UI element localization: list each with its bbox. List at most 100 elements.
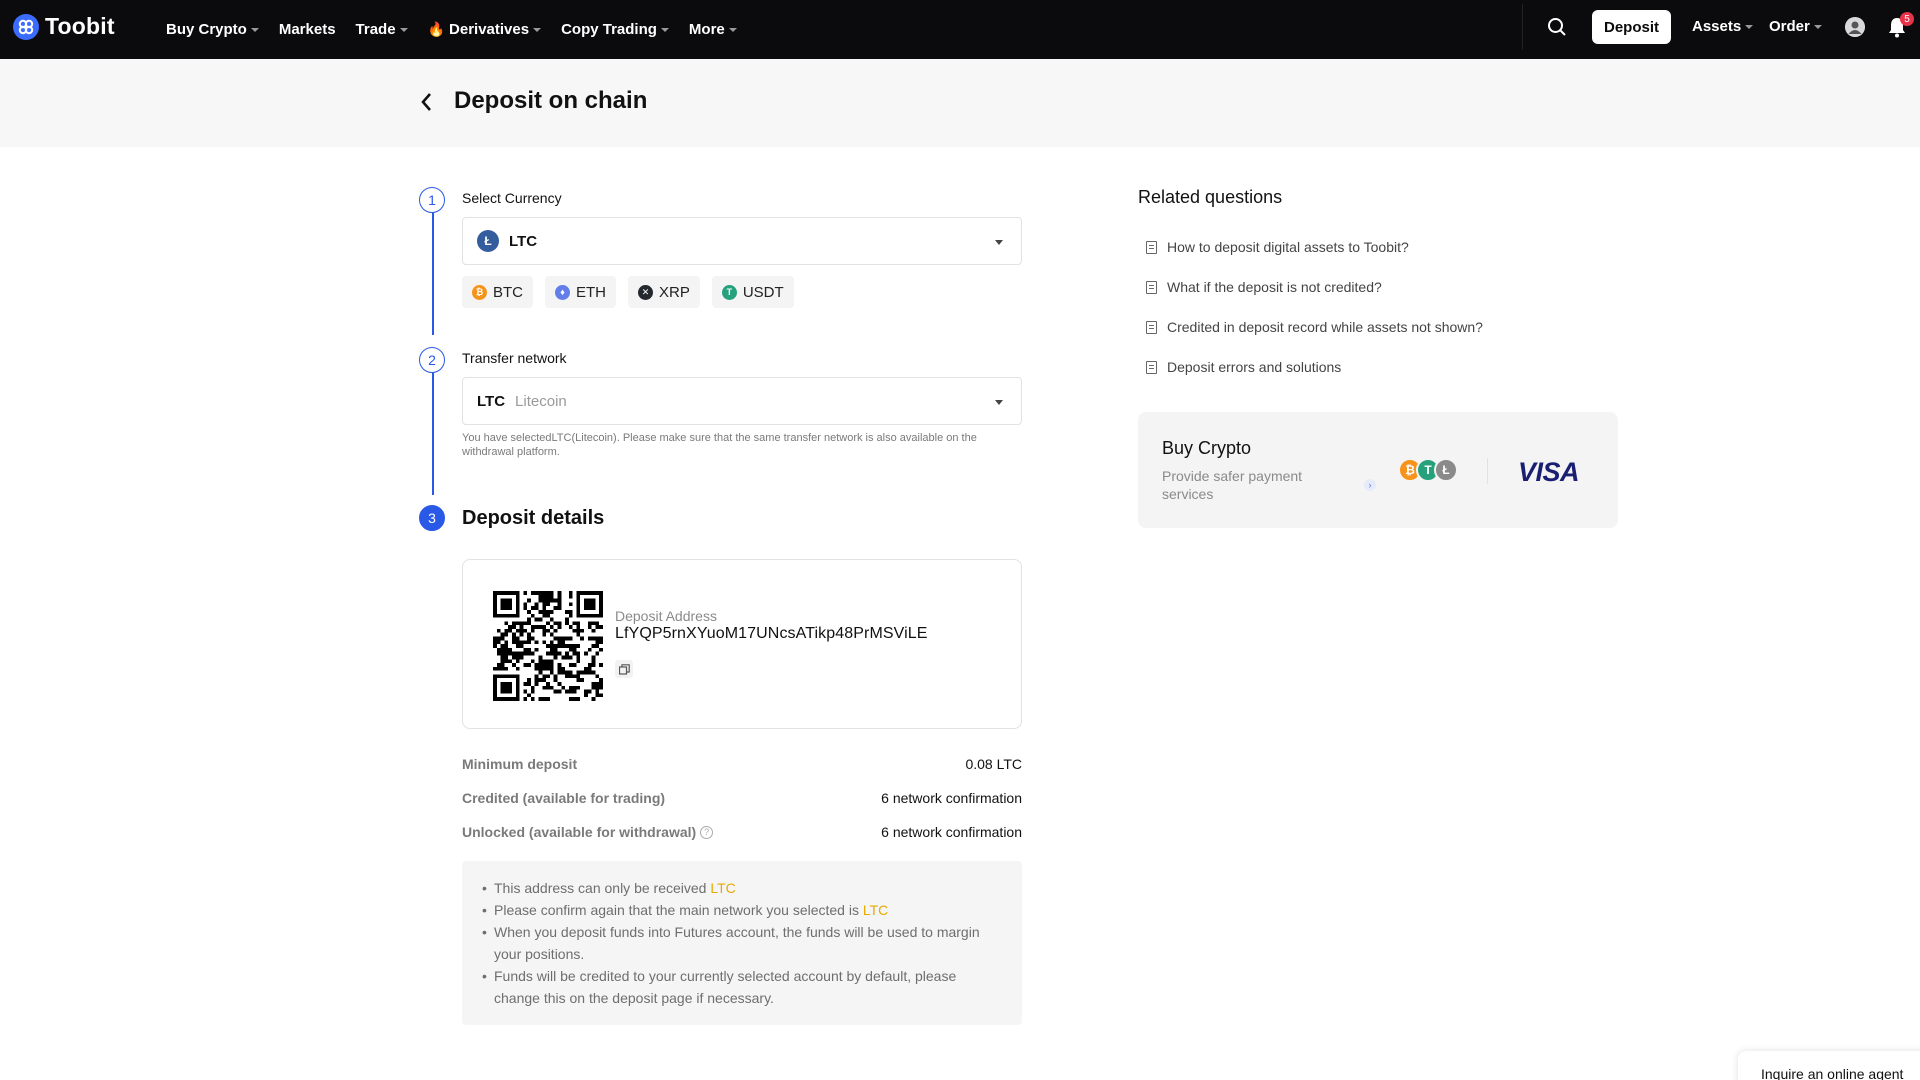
document-icon [1146, 320, 1157, 334]
nav-derivatives[interactable]: 🔥 Derivatives [428, 21, 542, 38]
chevron-down-icon [1813, 24, 1822, 29]
copy-icon[interactable] [615, 660, 633, 678]
nav-markets-label: Markets [278, 21, 336, 38]
buy-crypto-card[interactable]: Buy Crypto Provide safer payment service… [1138, 412, 1618, 528]
help-icon[interactable]: ? [700, 825, 714, 839]
tip-highlight: LTC [862, 902, 889, 918]
deposit-address-label: Deposit Address [615, 608, 717, 624]
step-1-indicator: 1 [419, 187, 445, 213]
nav-order[interactable]: Order [1769, 18, 1822, 35]
unlocked-row: Unlocked (available for withdrawal)? 6 n… [462, 824, 1022, 840]
related-question-link[interactable]: What if the deposit is not credited? [1146, 279, 1382, 295]
related-questions-title: Related questions [1138, 187, 1283, 207]
tip-item: This address can only be received LTC [482, 877, 1002, 899]
deposit-button[interactable]: Deposit [1592, 10, 1671, 44]
related-question-link[interactable]: Credited in deposit record while assets … [1146, 319, 1483, 335]
quick-currency-label: BTC [493, 283, 523, 301]
network-code: LTC [477, 392, 506, 410]
info-value: 6 network confirmation [881, 790, 1022, 806]
deposit-address-card: Deposit Address LfYQP5rnXYuoM17UNcsATikp… [462, 559, 1022, 729]
currency-selected-value: LTC [509, 232, 538, 250]
info-key-wrap: Unlocked (available for withdrawal)? [462, 824, 714, 840]
info-value: 0.08 LTC [965, 756, 1022, 772]
nav-right-group: Deposit Assets Order 5 [1522, 4, 1920, 50]
buy-crypto-title: Buy Crypto [1162, 438, 1252, 458]
deposit-tips: This address can only be received LTC Pl… [462, 861, 1022, 1025]
chevron-down-icon [533, 27, 542, 32]
tip-highlight: LTC [710, 880, 736, 896]
btc-coin-icon: ₿ [472, 284, 487, 300]
question-text: How to deposit digital assets to Toobit? [1167, 239, 1409, 255]
ltc-coin-icon: Ł [477, 230, 499, 252]
back-arrow-icon[interactable] [418, 91, 436, 118]
related-question-link[interactable]: Deposit errors and solutions [1146, 359, 1341, 375]
network-name: Litecoin [515, 392, 567, 410]
nav-derivatives-label: Derivatives [449, 21, 530, 38]
nav-more-label: More [688, 21, 725, 38]
eth-coin-icon: ♦ [555, 284, 570, 300]
search-icon[interactable] [1547, 17, 1567, 42]
chevron-down-icon [399, 27, 408, 32]
xrp-coin-icon: ✕ [638, 284, 653, 300]
transfer-network-label: Transfer network [462, 350, 567, 366]
document-icon [1146, 240, 1157, 254]
online-agent-button[interactable]: Inquire an online agent [1738, 1051, 1920, 1080]
currency-select[interactable]: Ł LTC [462, 217, 1022, 265]
credited-row: Credited (available for trading) 6 netwo… [462, 790, 1022, 806]
chevron-down-icon [1745, 24, 1754, 29]
nav-assets-label: Assets [1692, 18, 1742, 35]
brand-name: Toobit [45, 13, 115, 39]
step-2-indicator: 2 [419, 347, 445, 373]
step-3-indicator: 3 [419, 505, 445, 531]
question-text: Credited in deposit record while assets … [1167, 319, 1483, 335]
tip-item: When you deposit funds into Futures acco… [482, 921, 1002, 965]
nav-assets[interactable]: Assets [1692, 18, 1754, 35]
visa-logo: VISA [1518, 457, 1580, 487]
notification-badge: 5 [1900, 12, 1914, 26]
quick-currency-label: USDT [742, 283, 784, 301]
question-text: Deposit errors and solutions [1167, 359, 1342, 375]
quick-currency-xrp[interactable]: ✕ XRP [628, 276, 700, 308]
network-note: You have selectedLTC(Litecoin). Please m… [462, 432, 977, 458]
info-key: Unlocked (available for withdrawal) [462, 824, 697, 840]
quick-currency-usdt[interactable]: T USDT [711, 276, 794, 308]
deposit-address-value[interactable]: LfYQP5rnXYuoM17UNcsATikp48PrMSViLE [615, 625, 928, 643]
deposit-qr-code [493, 591, 603, 701]
quick-currency-label: ETH [576, 283, 606, 301]
nav-buy-crypto-label: Buy Crypto [166, 21, 247, 38]
quick-currency-label: XRP [659, 283, 690, 301]
tip-text: Please confirm again that the main netwo… [494, 902, 863, 918]
top-navbar: Toobit Buy Crypto Markets Trade 🔥 Derivat… [0, 0, 1920, 59]
step-connector [432, 373, 434, 495]
quick-currency-eth[interactable]: ♦ ETH [545, 276, 616, 308]
chevron-down-icon [660, 27, 669, 32]
chevron-down-icon [250, 27, 259, 32]
chevron-down-icon [728, 27, 737, 32]
coin-icon-stack: ₿ T Ł [1398, 458, 1458, 482]
nav-trade-label: Trade [355, 21, 396, 38]
usdt-coin-icon: T [721, 284, 737, 300]
nav-buy-crypto[interactable]: Buy Crypto [166, 21, 259, 38]
document-icon [1146, 360, 1157, 374]
network-select[interactable]: LTC Litecoin [462, 377, 1022, 425]
nav-trade[interactable]: Trade [356, 21, 408, 38]
page-title: Deposit on chain [454, 87, 648, 114]
quick-currency-btc[interactable]: ₿ BTC [462, 276, 533, 308]
info-key: Minimum deposit [462, 756, 578, 772]
nav-markets[interactable]: Markets [279, 21, 336, 38]
document-icon [1146, 280, 1157, 294]
main-menu: Buy Crypto Markets Trade 🔥 Derivatives Co… [166, 0, 757, 59]
buy-crypto-subtitle: Provide safer payment services [1162, 468, 1303, 502]
nav-copy-trading[interactable]: Copy Trading [561, 21, 669, 38]
toobit-logo-icon [13, 13, 39, 40]
chevron-down-icon [995, 400, 1003, 405]
user-avatar[interactable] [1845, 17, 1865, 37]
nav-order-label: Order [1769, 18, 1810, 35]
nav-more[interactable]: More [689, 21, 737, 38]
quick-currency-list: ₿ BTC ♦ ETH ✕ XRP T USDT [462, 276, 794, 308]
tip-item: Funds will be credited to your currently… [482, 965, 1002, 1009]
related-question-link[interactable]: How to deposit digital assets to Toobit? [1146, 239, 1409, 255]
toobit-logo[interactable]: Toobit [13, 13, 115, 40]
chevron-right-icon[interactable]: › [1364, 479, 1376, 491]
minimum-deposit-row: Minimum deposit 0.08 LTC [462, 756, 1022, 772]
